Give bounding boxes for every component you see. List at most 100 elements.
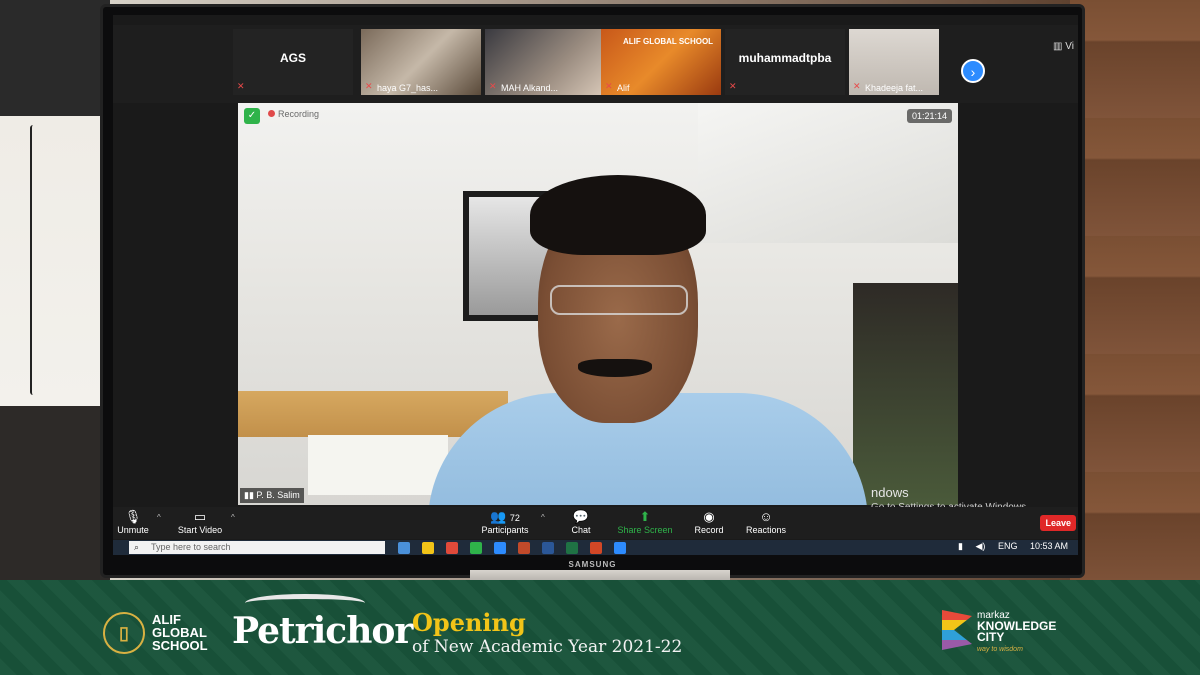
windows-taskbar: ⌕ Type here to search ▮ ◀) ENG 10:53 AM <box>113 540 1078 555</box>
taskbar-app-icon[interactable] <box>614 542 626 554</box>
wall-cable <box>30 125 36 395</box>
activate-windows-title: ndows <box>871 485 909 500</box>
taskbar-app-icon[interactable] <box>470 542 482 554</box>
participant-tile[interactable]: ✕ MAH Alkand... <box>485 29 605 95</box>
monitor-stand <box>470 570 730 580</box>
participant-label: haya G7_has... <box>377 83 439 93</box>
speaker-glasses <box>550 285 688 315</box>
taskbar-app-icon[interactable] <box>566 542 578 554</box>
participant-strip: AGS ✕ ✕ haya G7_has... ✕ MAH Alkand... A… <box>113 25 1078 103</box>
wood-paneling <box>1070 0 1200 580</box>
school-name-line3: SCHOOL <box>152 638 208 653</box>
muted-mic-icon: ✕ <box>729 81 737 91</box>
video-off-icon: ▭ <box>193 509 207 524</box>
active-speaker-video: ✓ Recording 01:21:14 ▮▮ P. B. Salim <box>238 103 958 505</box>
share-screen-icon: ⬆ <box>639 509 651 524</box>
leave-button[interactable]: Leave <box>1040 515 1076 531</box>
alif-logo-icon: ▯ <box>103 612 145 654</box>
meeting-toolbar: 🎙 Unmute ^ ▭ Start Video ^ 👥 72 Particip… <box>113 507 1078 539</box>
clock[interactable]: 10:53 AM <box>1030 541 1068 551</box>
taskbar-app-icon[interactable] <box>422 542 434 554</box>
participant-name: muhammadtpba <box>738 51 832 65</box>
language-indicator[interactable]: ENG <box>998 541 1018 551</box>
taskbar-app-icon[interactable] <box>446 542 458 554</box>
record-dot-icon <box>268 110 275 117</box>
record-icon: ◉ <box>703 509 715 524</box>
participant-label: Khadeeja fat... <box>865 83 924 93</box>
participant-tile[interactable]: ALIF GLOBAL SCHOOL ✕ Alif <box>601 29 721 95</box>
muted-mic-icon: ✕ <box>605 81 613 91</box>
opening-heading: Opening <box>412 608 526 637</box>
network-icon[interactable]: ▮ <box>958 541 963 551</box>
muted-mic-icon: ✕ <box>237 81 245 91</box>
taskbar-search[interactable]: ⌕ Type here to search <box>129 541 385 554</box>
participant-tile[interactable]: ✕ Khadeeja fat... <box>849 29 939 95</box>
reactions-icon: ☺ <box>759 509 773 524</box>
participants-icon: 👥 72 <box>490 509 520 524</box>
participants-caret-icon[interactable]: ^ <box>541 513 545 522</box>
participant-label: MAH Alkand... <box>501 83 559 93</box>
system-tray: ▮ ◀) ENG 10:53 AM <box>948 541 1068 552</box>
participant-tile[interactable]: AGS ✕ <box>233 29 353 95</box>
reactions-label: Reactions <box>745 525 787 535</box>
taskbar-app-icon[interactable] <box>542 542 554 554</box>
muted-mic-icon: ✕ <box>853 81 861 91</box>
monitor-brand-logo: SAMSUNG <box>568 560 617 569</box>
event-subtitle: of New Academic Year 2021-22 <box>412 637 683 657</box>
next-page-arrow-icon[interactable]: › <box>961 59 985 83</box>
school-name: ALIF GLOBAL SCHOOL <box>152 613 208 652</box>
taskbar-app-icon[interactable] <box>494 542 506 554</box>
view-label: Vi <box>1065 41 1074 52</box>
speaker-mustache <box>578 359 652 377</box>
zoom-window: AGS ✕ ✕ haya G7_has... ✕ MAH Alkand... A… <box>113 15 1078 555</box>
share-screen-button[interactable]: ⬆ Share Screen <box>613 509 677 535</box>
speaker-name-label: ▮▮ P. B. Salim <box>240 488 304 503</box>
search-placeholder: Type here to search <box>151 542 231 552</box>
search-icon: ⌕ <box>134 542 140 552</box>
participant-tile[interactable]: muhammadtpba ✕ <box>725 29 845 95</box>
view-button[interactable]: ▥ Vi <box>1053 41 1074 52</box>
share-screen-label: Share Screen <box>617 525 673 535</box>
event-banner: ▯ ALIF GLOBAL SCHOOL Petrichor Opening o… <box>0 580 1200 675</box>
participant-label: Alif <box>617 83 630 93</box>
partner-tagline: way to wisdom <box>977 646 1023 653</box>
start-video-label: Start Video <box>177 525 223 535</box>
left-wall <box>0 0 110 580</box>
room-window <box>853 283 958 505</box>
video-options-caret-icon[interactable]: ^ <box>231 513 235 522</box>
muted-mic-icon: ✕ <box>365 81 373 91</box>
volume-icon[interactable]: ◀) <box>976 541 986 551</box>
event-title: Petrichor <box>232 610 413 652</box>
recording-indicator: Recording <box>268 109 319 119</box>
alif-tile-brand: ALIF GLOBAL SCHOOL <box>623 37 714 46</box>
speaker-hair <box>530 175 706 255</box>
participants-label: Participants <box>481 525 529 535</box>
speaker-name: P. B. Salim <box>256 490 300 500</box>
partner-line3: CITY <box>977 630 1005 644</box>
chat-label: Chat <box>571 525 591 535</box>
meeting-timer: 01:21:14 <box>906 109 952 123</box>
unmute-label: Unmute <box>117 525 149 535</box>
taskbar-app-icon[interactable] <box>518 542 530 554</box>
taskbar-app-icon[interactable] <box>590 542 602 554</box>
recording-label: Recording <box>278 109 320 119</box>
papers <box>308 435 448 495</box>
taskbar-app-icon[interactable] <box>398 542 410 554</box>
muted-microphone-icon: 🎙 <box>124 509 142 524</box>
chat-icon: 💬 <box>572 509 590 524</box>
taskbar-apps <box>398 541 638 555</box>
chat-button[interactable]: 💬 Chat <box>563 509 599 535</box>
record-label: Record <box>694 525 724 535</box>
participants-count: 72 <box>509 513 520 523</box>
muted-mic-icon: ✕ <box>489 81 497 91</box>
participants-button[interactable]: 👥 72 Participants <box>475 509 535 535</box>
reactions-button[interactable]: ☺ Reactions <box>741 509 791 535</box>
start-video-button[interactable]: ▭ Start Video <box>171 509 229 535</box>
security-shield-icon[interactable]: ✓ <box>244 108 260 124</box>
audio-options-caret-icon[interactable]: ^ <box>157 513 161 522</box>
ceiling <box>698 103 958 243</box>
participant-tile[interactable]: ✕ haya G7_has... <box>361 29 481 95</box>
record-button[interactable]: ◉ Record <box>689 509 729 535</box>
partner-name: markaz KNOWLEDGE CITY way to wisdom <box>977 610 1056 655</box>
unmute-button[interactable]: 🎙 Unmute <box>113 509 153 535</box>
